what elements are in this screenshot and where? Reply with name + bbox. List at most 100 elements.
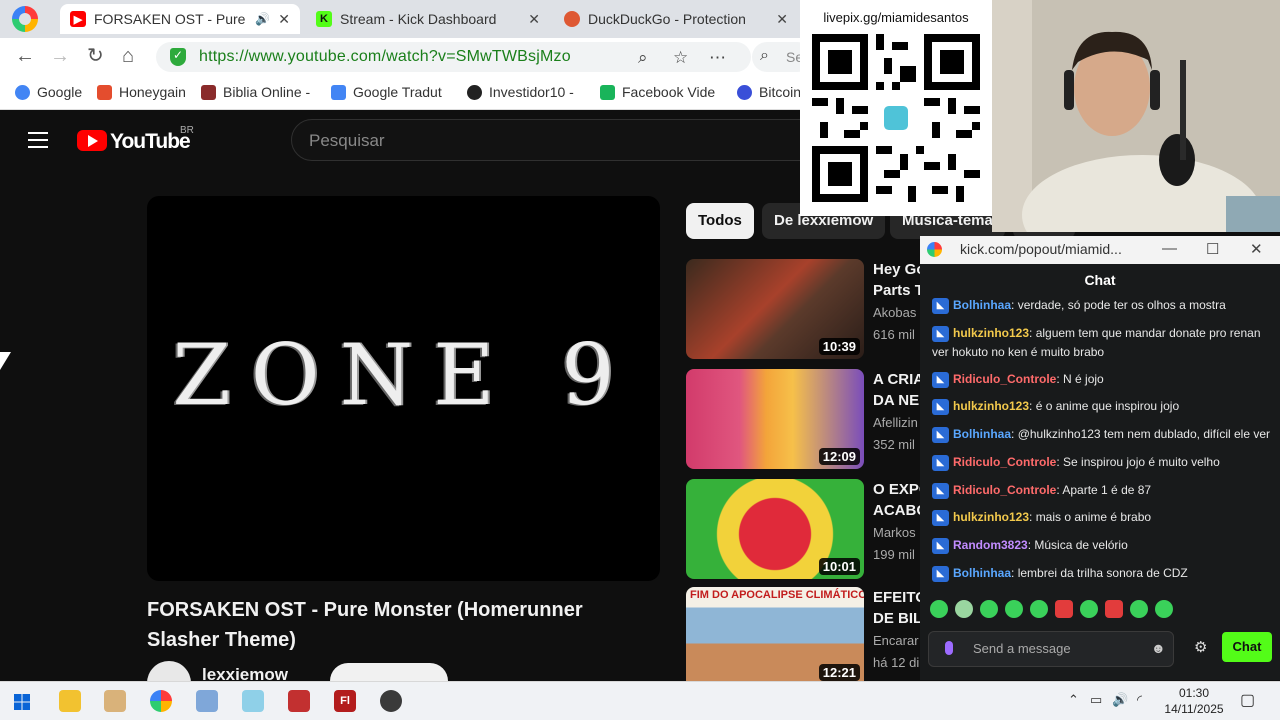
video-thumbnail[interactable]: 10:01 <box>686 479 864 579</box>
media-app-icon[interactable] <box>104 690 126 712</box>
minimize-icon[interactable]: — <box>1162 240 1177 257</box>
badge-icon: ◣ <box>932 565 949 582</box>
wifi-icon[interactable]: ◜ <box>1137 692 1142 708</box>
emote-icon[interactable] <box>1155 600 1173 618</box>
forward-arrow-icon[interactable]: → <box>50 46 70 66</box>
calculator-icon[interactable] <box>288 690 310 712</box>
emote-icon[interactable] <box>1130 600 1148 618</box>
notes-app-icon[interactable] <box>242 690 264 712</box>
recommendation-channel: Encarar <box>873 633 919 648</box>
maximize-icon[interactable]: ☐ <box>1206 240 1219 258</box>
recommendation-channel: Markos <box>873 525 916 540</box>
recommendation-views: 199 mil <box>873 547 915 562</box>
chat-message-input[interactable]: Send a message ☻ <box>928 631 1174 667</box>
emote-icon[interactable] <box>1055 600 1073 618</box>
video-thumbnail[interactable]: 10:39 <box>686 259 864 359</box>
system-clock[interactable]: 01:30 14/11/2025 <box>1158 685 1230 717</box>
chat-username[interactable]: Ridiculo_Controle <box>953 483 1056 497</box>
bookmark-label: Biblia Online - <box>223 84 311 100</box>
tab-youtube[interactable]: ▶ FORSAKEN OST - Pure M 🔊 ✕ <box>60 4 300 34</box>
bookmark-google[interactable]: Google <box>15 84 82 100</box>
windows-start-icon[interactable] <box>14 694 30 710</box>
security-shield-icon[interactable] <box>170 48 186 66</box>
emote-icon[interactable] <box>1030 600 1048 618</box>
close-tab-icon[interactable]: ✕ <box>528 11 540 28</box>
bookmark-bitcoin[interactable]: Bitcoin <box>737 84 801 100</box>
bookmark-label: Honeygain <box>119 84 186 100</box>
chat-username[interactable]: hulkzinho123 <box>953 510 1029 524</box>
bookmark-honeygain[interactable]: Honeygain <box>97 84 186 100</box>
chat-username[interactable]: hulkzinho123 <box>953 326 1029 340</box>
search-icon: ⌕ <box>760 47 769 64</box>
video-thumbnail[interactable]: FIM DO APOCALIPSE CLIMÁTICO! 12:21 <box>686 587 864 681</box>
address-bar[interactable]: https://www.youtube.com/watch?v=SMwTWBsj… <box>156 42 751 72</box>
recommendation-views: 616 mil <box>873 327 915 342</box>
paint-app-icon[interactable] <box>196 690 218 712</box>
chat-username[interactable]: Ridiculo_Controle <box>953 455 1056 469</box>
bookmark-biblia-online[interactable]: Biblia Online - <box>201 84 310 100</box>
tab-duckduckgo[interactable]: DuckDuckGo - Protection ✕ <box>554 4 798 34</box>
bookmark-investidor10[interactable]: Investidor10 - <box>467 84 574 100</box>
youtube-logo-text[interactable]: YouTube <box>110 130 191 154</box>
zoom-icon[interactable]: ⌕ <box>638 48 648 68</box>
tab-kick-dashboard[interactable]: K Stream - Kick Dashboard ✕ <box>306 4 550 34</box>
battery-icon[interactable]: ▭ <box>1090 692 1102 708</box>
obs-icon[interactable] <box>380 690 402 712</box>
recommended-video[interactable]: FIM DO APOCALIPSE CLIMÁTICO! 12:21 EFEIT… <box>686 587 926 681</box>
youtube-search-input[interactable]: Pesquisar <box>291 119 811 161</box>
emote-icon[interactable] <box>1080 600 1098 618</box>
notification-icon[interactable]: ▢ <box>1240 690 1255 710</box>
menu-icon[interactable] <box>28 132 48 148</box>
microphone-icon[interactable] <box>945 641 953 655</box>
popout-url: kick.com/popout/miamid... <box>960 241 1122 257</box>
chat-text: lembrei da trilha sonora de CDZ <box>1017 566 1188 580</box>
volume-icon[interactable]: 🔊 <box>1112 692 1128 708</box>
bookmark-google-tradutor[interactable]: Google Tradut <box>331 84 442 100</box>
browser-logo-icon[interactable] <box>12 6 38 32</box>
youtube-logo-icon[interactable] <box>77 130 107 151</box>
chevron-up-icon[interactable]: ⌃ <box>1068 692 1079 708</box>
chat-text: mais o anime é brabo <box>1035 510 1152 524</box>
url-text[interactable]: https://www.youtube.com/watch?v=SMwTWBsj… <box>199 48 571 66</box>
emote-icon[interactable] <box>1005 600 1023 618</box>
send-chat-button[interactable]: Chat <box>1222 632 1272 662</box>
emote-icon[interactable] <box>955 600 973 618</box>
fl-studio-icon[interactable]: Fl <box>334 690 356 712</box>
chat-username[interactable]: Ridiculo_Controle <box>953 372 1056 386</box>
gear-icon[interactable]: ⚙ <box>1194 638 1207 656</box>
bookmark-label: Facebook Vide <box>622 84 716 100</box>
close-tab-icon[interactable]: ✕ <box>776 11 788 28</box>
more-icon[interactable]: ⋯ <box>709 48 726 68</box>
livepix-url: livepix.gg/miamidesantos <box>823 10 969 25</box>
chat-username[interactable]: Bolhinhaa <box>953 566 1011 580</box>
emote-icon[interactable] <box>1105 600 1123 618</box>
speaker-icon[interactable]: 🔊 <box>255 12 270 26</box>
browser-taskbar-icon[interactable] <box>150 690 172 712</box>
facebook-video-icon <box>600 84 615 100</box>
chat-header: Chat <box>1084 272 1116 288</box>
video-thumbnail[interactable]: 12:09 <box>686 369 864 469</box>
screen: ▶ FORSAKEN OST - Pure M 🔊 ✕ K Stream - K… <box>0 0 1280 720</box>
chat-message: ◣ Bolhinhaa: lembrei da trilha sonora de … <box>932 564 1270 583</box>
emote-icon[interactable] <box>930 600 948 618</box>
chip-todos[interactable]: Todos <box>686 203 754 239</box>
bookmark-facebook-video[interactable]: Facebook Vide <box>600 84 715 100</box>
bookmark-star-icon[interactable]: ☆ <box>673 48 688 68</box>
emote-icon[interactable] <box>980 600 998 618</box>
emoji-icon[interactable]: ☻ <box>1151 640 1166 656</box>
back-arrow-icon[interactable]: ← <box>15 46 35 66</box>
close-icon[interactable]: ✕ <box>1250 240 1263 258</box>
badge-icon: ◣ <box>932 325 949 342</box>
recommended-video[interactable]: 10:39 Hey Go Parts T Akobas 616 mil <box>686 259 926 361</box>
chat-username[interactable]: Bolhinhaa <box>953 427 1011 441</box>
file-explorer-icon[interactable] <box>59 690 81 712</box>
recommended-video[interactable]: 12:09 A CRIA DA NE Afellizin 352 mil <box>686 369 926 471</box>
chat-username[interactable]: Bolhinhaa <box>953 298 1011 312</box>
video-player[interactable]: ZONE 9 <box>147 196 660 581</box>
reload-icon[interactable]: ↻ <box>87 46 104 66</box>
chat-username[interactable]: Random3823 <box>953 538 1028 552</box>
home-icon[interactable]: ⌂ <box>122 46 134 66</box>
close-tab-icon[interactable]: ✕ <box>278 11 290 28</box>
chat-username[interactable]: hulkzinho123 <box>953 399 1029 413</box>
recommended-video[interactable]: 10:01 O EXPOACABO Markos 199 mil <box>686 479 926 581</box>
